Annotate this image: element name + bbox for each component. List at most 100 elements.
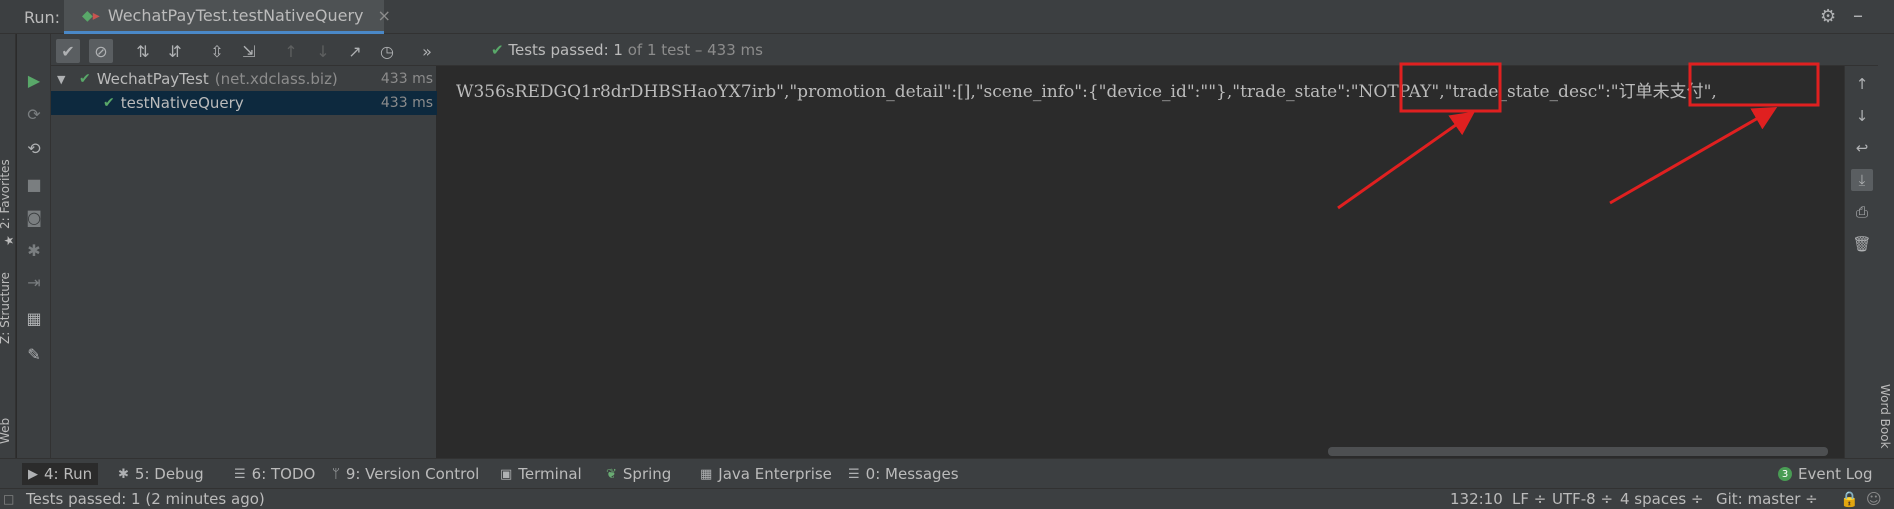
tree-row-test[interactable]: ✔ testNativeQuery 433 ms xyxy=(51,91,437,115)
rerun-icon[interactable]: ▶ xyxy=(24,70,44,90)
status-toggle-icon[interactable]: □ xyxy=(3,492,14,506)
tool-window-terminal[interactable]: ▣ Terminal xyxy=(494,463,588,485)
inspection-icon[interactable]: ☺ xyxy=(1866,490,1882,508)
status-count: 1 xyxy=(613,41,623,59)
grid-icon: ▦ xyxy=(700,466,713,482)
run-header: Run: ◆▸ WechatPayTest.testNativeQuery × … xyxy=(0,0,1894,34)
show-ignored-icon[interactable]: ⊘ xyxy=(89,39,113,63)
tool-window-label: 6: TODO xyxy=(251,465,316,483)
line-separator[interactable]: LF ÷ xyxy=(1512,490,1546,508)
terminal-icon: ▣ xyxy=(500,466,513,482)
stop-icon[interactable]: ■ xyxy=(24,174,44,194)
tool-window-label: Spring xyxy=(622,465,672,483)
sort-duration-icon[interactable]: ⇵ xyxy=(163,39,187,63)
tool-window-messages[interactable]: ☰ 0: Messages xyxy=(842,463,965,485)
close-icon[interactable]: × xyxy=(378,6,391,25)
next-failed-icon[interactable]: ↓ xyxy=(311,39,335,63)
passed-check-icon: ✔ xyxy=(491,41,504,59)
tool-window-spring[interactable]: ❦ Spring xyxy=(600,463,677,485)
prev-failed-icon[interactable]: ↑ xyxy=(279,39,303,63)
gear-icon[interactable]: ⚙ xyxy=(1820,6,1836,27)
tool-window-java-enterprise[interactable]: ▦ Java Enterprise xyxy=(694,463,838,485)
console-line: W356sREDGQ1r8drDHBSHaoYX7irb","promotion… xyxy=(456,82,1717,102)
git-branch[interactable]: Git: master ÷ xyxy=(1716,490,1818,508)
star-icon: ★ xyxy=(2,235,16,246)
layout-icon[interactable]: ▦ xyxy=(24,308,44,328)
console-side-toolbar: ↑ ↓ ↩ ⤓ ⎙ 🗑 xyxy=(1844,66,1878,458)
scroll-to-end-icon[interactable]: ⤓ xyxy=(1851,169,1873,191)
tool-window-label: 5: Debug xyxy=(134,465,204,483)
expand-arrow-icon[interactable]: ▼ xyxy=(57,73,71,86)
passed-icon: ✔ xyxy=(79,71,91,87)
run-label: Run: xyxy=(24,8,61,27)
tool-window-label: 4: Run xyxy=(44,465,93,483)
test-tree: ▼ ✔ WechatPayTest (net.xdclass.biz) 433 … xyxy=(51,66,437,458)
debug-icon[interactable]: ✱ xyxy=(24,240,44,260)
tool-window-label: Terminal xyxy=(518,465,582,483)
sort-alpha-icon[interactable]: ⇅ xyxy=(131,39,155,63)
word-book-tab[interactable]: Word Book xyxy=(1878,384,1892,449)
lock-icon[interactable]: 🔒 xyxy=(1840,490,1859,508)
more-actions[interactable]: » xyxy=(415,39,439,63)
tree-test-time: 433 ms xyxy=(380,95,433,111)
soft-wrap-icon[interactable]: ↩ xyxy=(1851,137,1873,159)
collapse-all-icon[interactable]: ⇲ xyxy=(237,39,261,63)
left-tool-stripe: 2: Favorites ★ Z: Structure Web xyxy=(0,34,16,458)
up-arrow-icon[interactable]: ↑ xyxy=(1851,73,1873,95)
expand-all-icon[interactable]: ⇳ xyxy=(205,39,229,63)
play-icon: ▶ xyxy=(28,466,38,482)
tool-window-debug[interactable]: ✱ 5: Debug xyxy=(112,463,210,485)
tool-window-label: Java Enterprise xyxy=(718,465,832,483)
passed-icon: ✔ xyxy=(103,95,115,111)
status-bar: □ Tests passed: 1 (2 minutes ago) 132:10… xyxy=(0,488,1894,509)
favorites-tab[interactable]: 2: Favorites xyxy=(0,159,12,229)
web-tab[interactable]: Web xyxy=(0,418,12,444)
tab-run-config[interactable]: ◆▸ WechatPayTest.testNativeQuery × xyxy=(64,0,391,34)
run-side-toolbar: ▶ ⟳ ⟲ ■ ◙ ✱ ⇥ ▦ ✎ xyxy=(17,34,51,458)
show-passed-icon[interactable]: ✔ xyxy=(56,39,80,63)
exit-icon[interactable]: ⇥ xyxy=(24,272,44,292)
down-arrow-icon[interactable]: ↓ xyxy=(1851,105,1873,127)
indent-setting[interactable]: 4 spaces ÷ xyxy=(1620,490,1703,508)
tree-root-name: WechatPayTest xyxy=(96,70,209,88)
console-output[interactable]: W356sREDGQ1r8drDHBSHaoYX7irb","promotion… xyxy=(438,66,1844,458)
tool-window-label: 0: Messages xyxy=(865,465,959,483)
tool-window-bar: ▶ 4: Run ✱ 5: Debug ☰ 6: TODO ᛘ 9: Versi… xyxy=(0,458,1894,488)
vcs-icon: ᛘ xyxy=(332,466,340,482)
list-icon: ☰ xyxy=(234,466,246,482)
caret-position[interactable]: 132:10 xyxy=(1450,490,1503,508)
pin-icon[interactable]: ✎ xyxy=(24,344,44,364)
test-status: ✔ Tests passed: 1 of 1 test – 433 ms xyxy=(491,41,763,59)
tool-window-event-log[interactable]: 3 Event Log xyxy=(1772,463,1879,485)
tree-row-root[interactable]: ▼ ✔ WechatPayTest (net.xdclass.biz) 433 … xyxy=(51,67,437,91)
horizontal-scrollbar[interactable] xyxy=(1328,447,1828,456)
print-icon[interactable]: ⎙ xyxy=(1851,201,1873,223)
tree-test-name: testNativeQuery xyxy=(120,94,244,112)
structure-tab[interactable]: Z: Structure xyxy=(0,272,12,344)
right-tool-stripe: Word Book xyxy=(1878,34,1894,458)
tab-title: WechatPayTest.testNativeQuery xyxy=(107,6,364,25)
camera-icon[interactable]: ◙ xyxy=(24,207,44,227)
file-encoding[interactable]: UTF-8 ÷ xyxy=(1552,490,1613,508)
tree-root-time: 433 ms xyxy=(380,71,433,87)
history-icon[interactable]: ◷ xyxy=(375,39,399,63)
hide-icon[interactable]: – xyxy=(1853,3,1863,27)
tool-window-vcs[interactable]: ᛘ 9: Version Control xyxy=(326,463,485,485)
status-suffix: of 1 test – 433 ms xyxy=(627,41,763,59)
event-count-badge: 3 xyxy=(1778,467,1792,481)
junit-icon: ◆▸ xyxy=(82,7,100,24)
test-runner-toolbar: ✔ ⊘ ⇅ ⇵ ⇳ ⇲ ↑ ↓ ↗ ◷ » ✔ Tests passed: 1 … xyxy=(51,34,1894,66)
messages-icon: ☰ xyxy=(848,466,860,482)
spring-icon: ❦ xyxy=(606,466,617,482)
bug-icon: ✱ xyxy=(118,466,129,482)
event-log-label: Event Log xyxy=(1798,465,1873,483)
trash-icon[interactable]: 🗑 xyxy=(1851,233,1873,255)
toggle-auto-test-icon[interactable]: ⟲ xyxy=(24,138,44,158)
status-message: Tests passed: 1 (2 minutes ago) xyxy=(26,490,265,508)
export-icon[interactable]: ↗ xyxy=(343,39,367,63)
tree-root-package: (net.xdclass.biz) xyxy=(214,70,338,88)
rerun-failed-icon[interactable]: ⟳ xyxy=(24,104,44,124)
tool-window-run[interactable]: ▶ 4: Run xyxy=(22,463,99,485)
status-prefix: Tests passed: xyxy=(508,41,609,59)
tool-window-todo[interactable]: ☰ 6: TODO xyxy=(228,463,321,485)
